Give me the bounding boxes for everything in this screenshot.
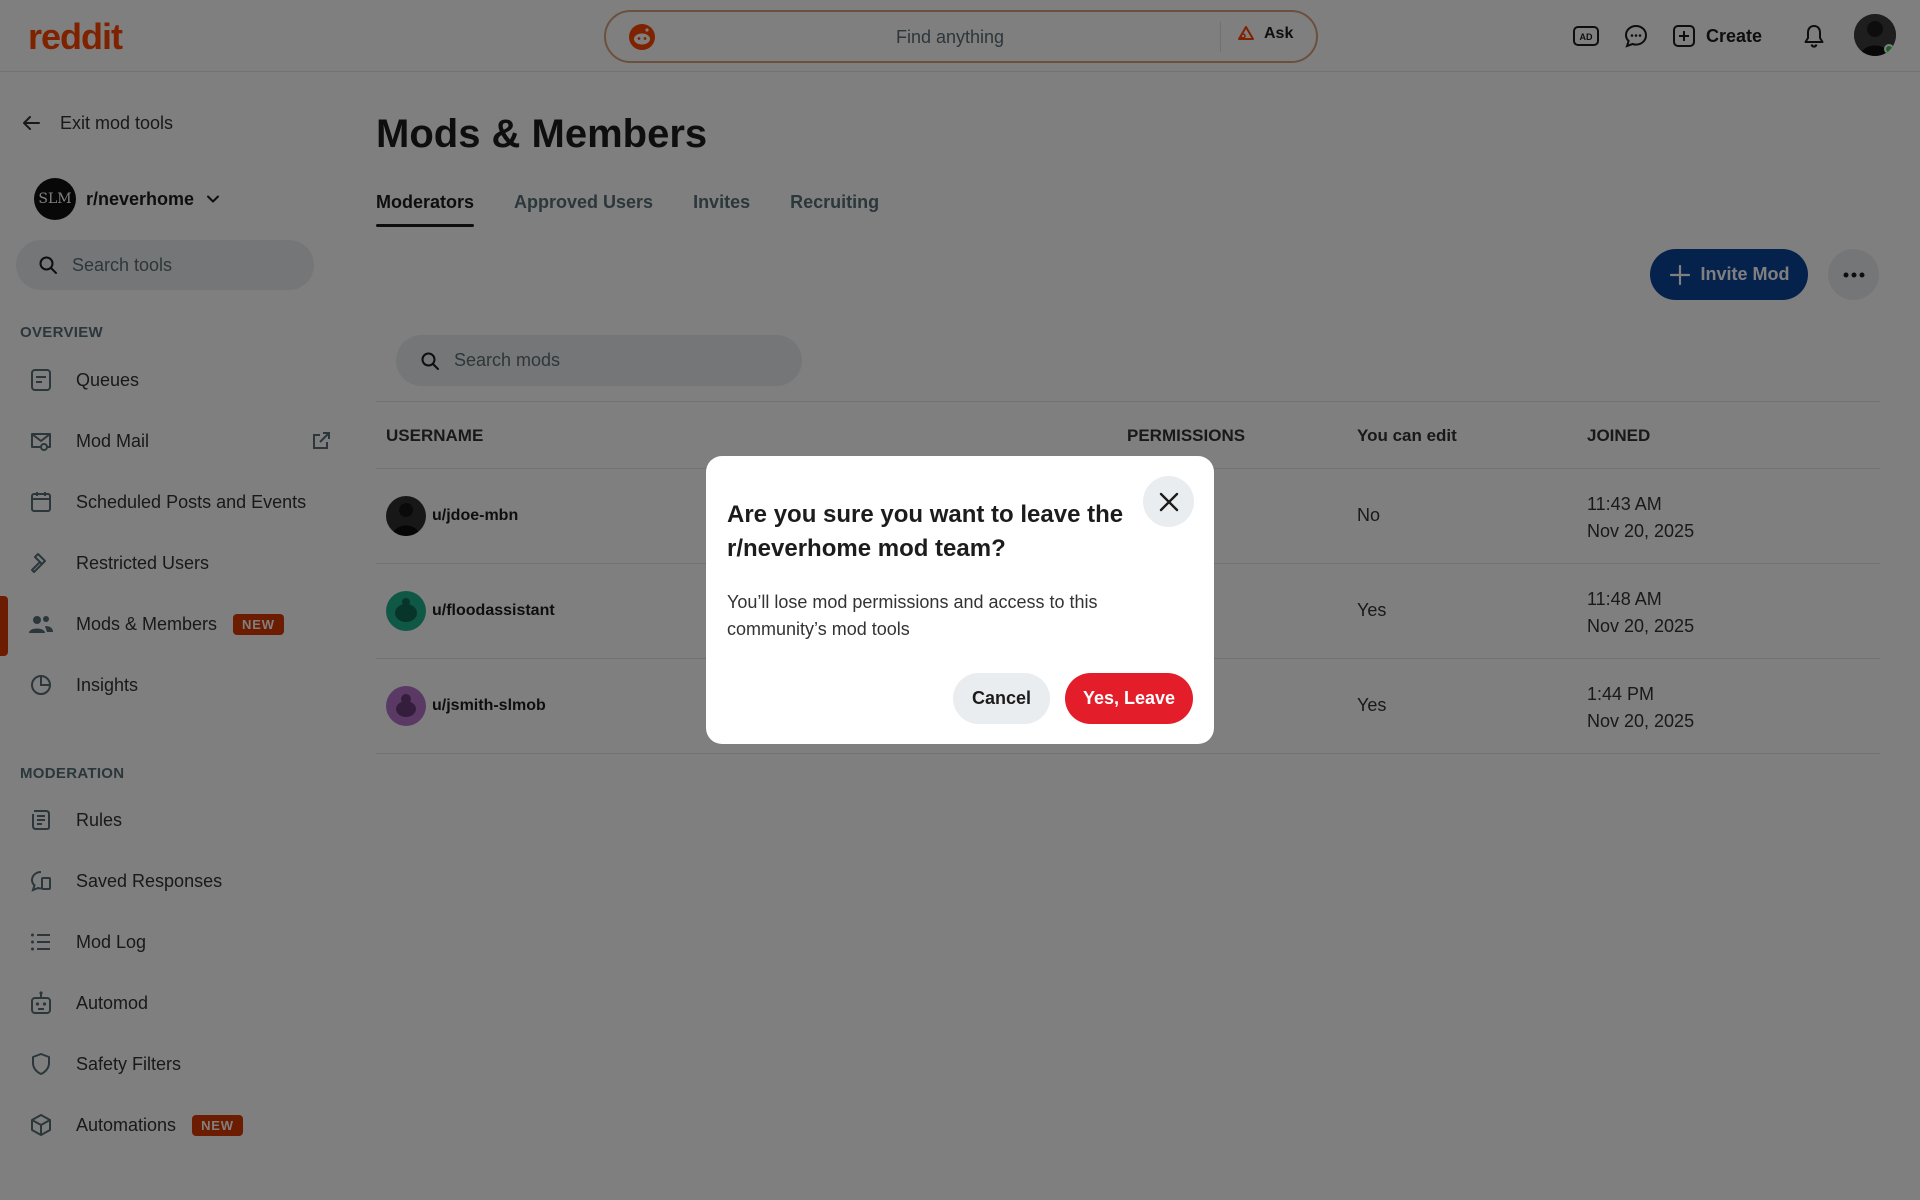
dialog-title: Are you sure you want to leave the r/nev… bbox=[727, 501, 1124, 562]
leave-mod-team-dialog: Are you sure you want to leave the r/nev… bbox=[706, 456, 1214, 744]
cancel-button[interactable]: Cancel bbox=[953, 673, 1050, 724]
dialog-body: You’ll lose mod permissions and access t… bbox=[727, 592, 1098, 639]
close-icon bbox=[1158, 491, 1180, 513]
dialog-close-button[interactable] bbox=[1143, 476, 1194, 527]
yes-leave-button[interactable]: Yes, Leave bbox=[1065, 673, 1193, 724]
